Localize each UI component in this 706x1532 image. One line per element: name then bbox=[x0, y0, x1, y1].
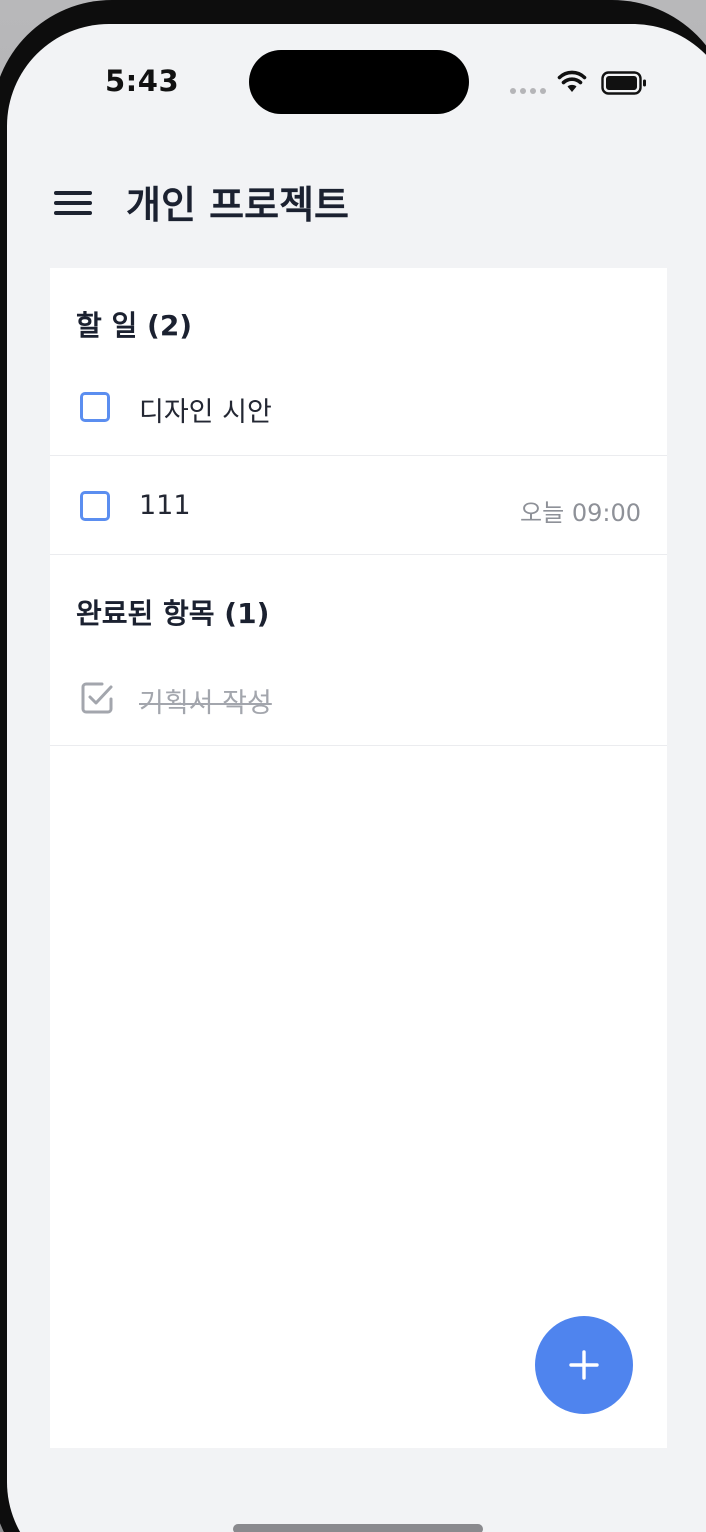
task-checkbox[interactable] bbox=[80, 392, 110, 422]
task-due-time: 오늘 09:00 bbox=[520, 499, 641, 527]
task-label: 111 bbox=[139, 490, 191, 521]
add-task-button[interactable] bbox=[535, 1316, 633, 1414]
app-screen: 5:43 개인 프로젝트 할 일 (2) 디자인 시안 111 오늘 09:00… bbox=[7, 24, 706, 1532]
task-row[interactable]: 디자인 시안 bbox=[50, 358, 667, 456]
plus-icon bbox=[569, 1350, 599, 1380]
status-time: 5:43 bbox=[105, 64, 180, 98]
hamburger-menu-icon[interactable] bbox=[54, 189, 94, 217]
device-frame: 5:43 개인 프로젝트 할 일 (2) 디자인 시안 111 오늘 09:00… bbox=[0, 0, 706, 1532]
todo-section-title: 할 일 (2) bbox=[76, 309, 193, 342]
wifi-icon bbox=[557, 70, 587, 92]
page-title: 개인 프로젝트 bbox=[126, 183, 349, 227]
task-label: 디자인 시안 bbox=[139, 397, 272, 428]
task-checkbox[interactable] bbox=[80, 491, 110, 521]
battery-icon bbox=[601, 71, 646, 95]
completed-task-label: 기획서 작성 bbox=[139, 688, 272, 719]
home-indicator bbox=[233, 1524, 483, 1532]
task-row[interactable]: 111 오늘 09:00 bbox=[50, 457, 667, 555]
done-section-title: 완료된 항목 (1) bbox=[76, 597, 270, 630]
dynamic-island bbox=[249, 50, 469, 114]
checked-checkbox-icon[interactable] bbox=[80, 681, 114, 715]
cellular-signal-icon bbox=[510, 88, 546, 94]
task-list-card: 할 일 (2) 디자인 시안 111 오늘 09:00 완료된 항목 (1) 기… bbox=[50, 268, 667, 1448]
completed-task-row[interactable]: 기획서 작성 bbox=[50, 648, 667, 746]
